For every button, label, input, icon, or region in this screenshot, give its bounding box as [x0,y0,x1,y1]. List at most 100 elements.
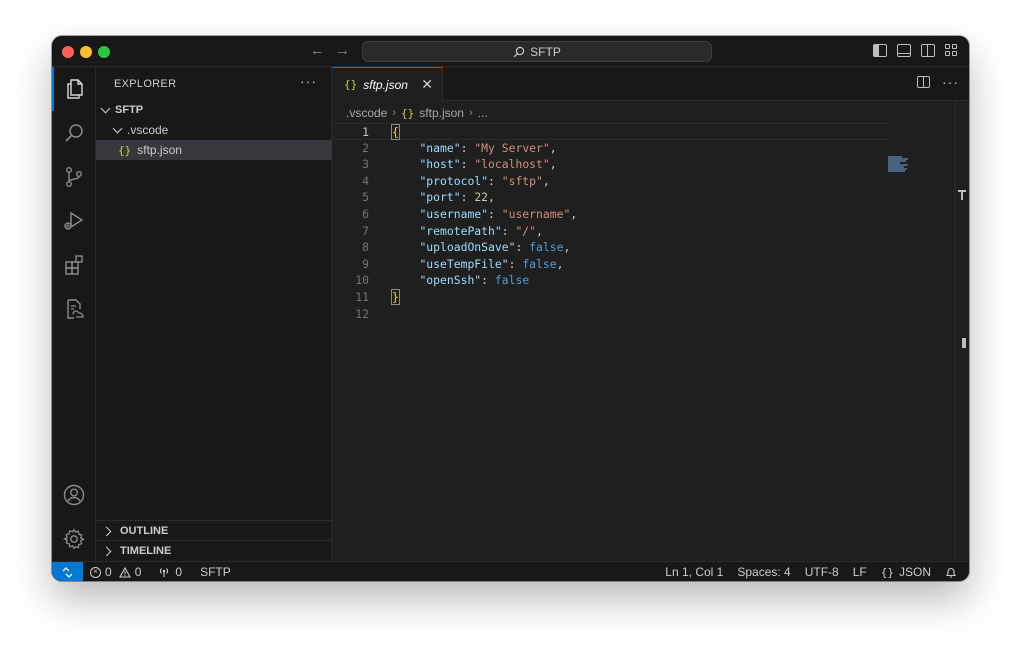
json-key: "username" [419,207,489,221]
close-icon[interactable]: ✕ [421,76,433,93]
vertical-scrollbar[interactable] [955,101,969,561]
explorer-more-actions[interactable]: ··· [300,73,317,89]
outline-label: OUTLINE [120,525,169,537]
code-line[interactable]: 1{ [332,123,892,140]
files-icon [67,79,83,99]
arrow-left-icon[interactable]: ← [310,42,325,60]
outline-section-header[interactable]: OUTLINE [96,520,332,541]
code-line[interactable]: 4 "protocol": "sftp", [332,173,892,190]
arrow-right-icon[interactable]: → [335,42,350,60]
chevron-right-icon [102,525,114,537]
line-number: 12 [355,306,369,321]
json-value: "username" [501,207,571,221]
code-line[interactable]: 8 "uploadOnSave": false, [332,239,892,256]
command-center-text: SFTP [530,44,561,59]
tab-sftp-json[interactable]: {} sftp.json ✕ [332,67,443,101]
code-line[interactable]: 11} [332,289,892,306]
file-encoding[interactable]: UTF-8 [805,565,839,579]
json-key: "useTempFile" [419,256,509,271]
json-key: "port" [419,190,461,205]
timeline-label: TIMELINE [120,545,172,557]
minimap[interactable] [888,156,910,172]
toggle-panel-icon[interactable] [897,44,911,57]
code-line[interactable]: 12 [332,306,892,323]
code-line[interactable]: 5 "port": 22, [332,189,892,206]
json-brace: } [391,289,400,305]
line-content: } [391,289,400,306]
code-line[interactable]: 7 "remotePath": "/", [332,223,892,240]
code-line[interactable]: 2 "name": "My Server", [332,140,892,157]
json-value: "/" [515,223,537,238]
explorer-view-button[interactable] [52,67,96,111]
warning-count: 0 [134,565,142,579]
bell-icon[interactable] [945,566,957,579]
breadcrumb-tail[interactable]: ... [478,106,488,120]
sftp-view-button[interactable] [52,287,96,331]
chevron-right-icon: › [468,107,473,119]
remote-icon [62,566,73,578]
tree-root-folder[interactable]: SFTP [96,100,332,120]
json-file-icon: {} [344,78,358,91]
json-value: 22 [474,190,489,205]
line-number: 5 [362,190,369,205]
close-window-button[interactable] [62,46,74,58]
explorer-sidebar: EXPLORER ··· SFTP .vscode {} sftp.json O… [96,67,332,561]
editor-area: {} sftp.json ✕ ··· .vscode › {} sftp.jso… [332,67,969,561]
line-number: 7 [362,223,369,238]
tree-folder-vscode[interactable]: .vscode [96,120,332,140]
cursor-position[interactable]: Ln 1, Col 1 [665,565,723,579]
toggle-primary-sidebar-icon[interactable] [873,44,887,57]
scrollbar-thumb[interactable] [962,338,966,348]
code-line[interactable]: 3 "host": "localhost", [332,156,892,173]
minimize-window-button[interactable] [80,46,92,58]
json-comma: , [570,207,578,221]
code-line[interactable]: 9 "useTempFile": false, [332,256,892,273]
status-bar: × 0 0 0 SFTP Ln 1, Col 1 Spaces: 4 UTF-8… [52,561,969,581]
editor-more-actions[interactable]: ··· [942,75,959,89]
line-number: 1 [362,125,369,139]
breadcrumb-folder[interactable]: .vscode [346,106,387,120]
source-control-view-button[interactable] [52,155,96,199]
indentation[interactable]: Spaces: 4 [737,565,790,579]
maximize-window-button[interactable] [98,46,110,58]
customize-layout-icon[interactable] [945,44,959,57]
json-value: "My Server" [474,140,550,155]
search-view-button[interactable] [52,111,96,155]
error-icon: × [90,566,101,578]
sftp-status[interactable]: SFTP [200,565,231,579]
accounts-button[interactable] [52,473,96,517]
json-value: false [494,273,530,288]
remote-files-icon [67,299,84,319]
vscode-window: ← → SFTP EXPLORER ··· SFTP .vscode {} sf… [52,36,969,581]
code-line[interactable]: 10 "openSsh": false [332,272,892,289]
run-debug-view-button[interactable] [52,199,96,243]
extensions-icon [65,255,83,275]
line-content: "protocol": "sftp", [419,173,550,188]
end-of-line[interactable]: LF [853,565,867,579]
json-value: false [529,240,564,255]
folder-label: .vscode [127,123,169,137]
source-control-icon [65,167,82,188]
toggle-secondary-sidebar-icon[interactable] [921,44,935,57]
code-line[interactable]: 6 "username": "username", [332,206,892,223]
extensions-view-button[interactable] [52,243,96,287]
cursor-position-marker [958,190,966,200]
timeline-section-header[interactable]: TIMELINE [96,540,332,561]
language-mode[interactable]: {} JSON [881,565,931,579]
split-editor-icon[interactable] [917,76,930,88]
command-center-search[interactable]: SFTP [362,41,712,62]
broadcast-icon [160,568,169,577]
json-key: "host" [419,157,461,172]
json-value: "sftp" [501,173,543,188]
title-bar: ← → SFTP [52,36,969,67]
tree-file-sftp-json[interactable]: {} sftp.json [96,140,332,160]
line-number: 2 [362,140,369,155]
json-key: "protocol" [419,173,489,188]
remote-indicator-button[interactable] [52,562,83,581]
breadcrumb-file[interactable]: sftp.json [419,106,464,120]
manage-settings-button[interactable] [52,517,96,561]
problems-indicator[interactable]: × 0 0 0 SFTP [90,562,231,581]
json-comma: , [488,190,495,205]
line-number: 8 [362,240,369,255]
line-content: "username": "username", [419,207,578,221]
